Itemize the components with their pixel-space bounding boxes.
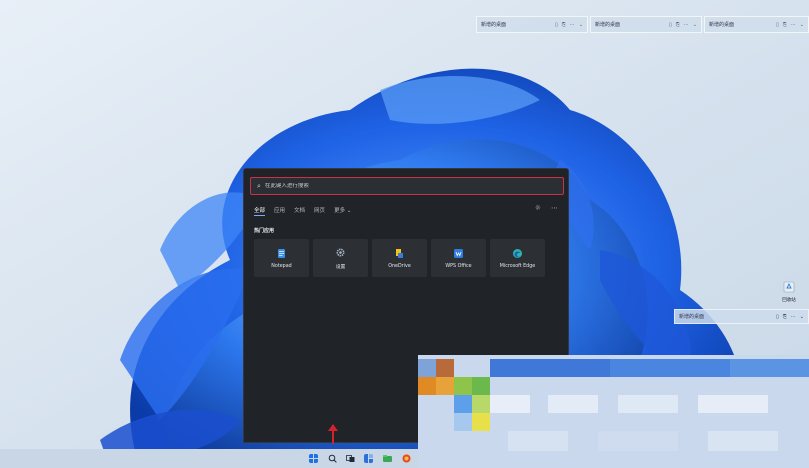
app-label: Microsoft Edge [499, 263, 536, 269]
edge-icon [513, 248, 522, 258]
gear-icon [336, 247, 345, 257]
onedrive-icon [396, 248, 403, 258]
app-tile-microsoft-edge[interactable]: Microsoft Edge [490, 239, 545, 277]
widget-controls[interactable]: ▯ ⎘ ⋯ ⌄ [776, 314, 804, 320]
widget-pin-icon[interactable]: ▯ [669, 22, 672, 28]
widget-copy-icon[interactable]: ⎘ [783, 314, 787, 320]
widget-title: 新增的桌面 [709, 22, 735, 28]
widget-title: 新增的桌面 [679, 314, 705, 320]
widgets-icon[interactable] [364, 454, 373, 463]
annotation-arrow-line [332, 429, 334, 444]
app-tile-notepad[interactable]: Notepad [254, 239, 309, 277]
notepad-icon [278, 248, 285, 258]
tab-all[interactable]: 全部 [254, 206, 266, 216]
recycle-bin[interactable]: 回收站 [777, 278, 801, 303]
file-explorer-icon[interactable] [383, 454, 392, 463]
tab-apps[interactable]: 应用 [274, 206, 285, 216]
widget-pin-icon[interactable]: ▯ [776, 22, 779, 28]
search-tabs: 全部 应用 文档 网页 更多 ⌄ [254, 206, 351, 216]
search-input[interactable] [264, 183, 545, 189]
widget-more-icon[interactable]: ⋯ [684, 22, 689, 28]
app-tile-wps-office[interactable]: WPS Office [431, 239, 486, 277]
widget-controls[interactable]: ▯ ⎘ ⋯ ⌄ [555, 22, 583, 28]
search-box[interactable]: ⌕ [250, 177, 564, 195]
widget-controls[interactable]: ▯ ⎘ ⋯ ⌄ [669, 22, 697, 28]
widget-more-icon[interactable]: ⋯ [791, 314, 796, 320]
widget-title: 新增的桌面 [481, 22, 507, 28]
section-title: 热门应用 [254, 228, 275, 234]
taskbar-search-icon[interactable] [328, 454, 337, 463]
widget-title: 新增的桌面 [595, 22, 621, 28]
app-label: WPS Office [445, 263, 472, 269]
more-options-icon[interactable]: ⋯ [551, 204, 558, 212]
app-label: OneDrive [388, 263, 411, 269]
widget-copy-icon[interactable]: ⎘ [676, 22, 680, 28]
app-label: Notepad [271, 263, 292, 269]
widget-controls[interactable]: ▯ ⎘ ⋯ ⌄ [776, 22, 804, 28]
start-icon[interactable] [309, 454, 318, 463]
widget-collapse-icon[interactable]: ⌄ [579, 22, 583, 28]
recycle-bin-icon [783, 281, 795, 293]
widget-pin-icon[interactable]: ▯ [776, 314, 779, 320]
desktop-widget-2[interactable]: 新增的桌面 ▯ ⎘ ⋯ ⌄ [590, 16, 702, 33]
widget-copy-icon[interactable]: ⎘ [783, 22, 787, 28]
widget-collapse-icon[interactable]: ⌄ [800, 314, 804, 320]
widget-collapse-icon[interactable]: ⌄ [693, 22, 697, 28]
desktop-widget-3[interactable]: 新增的桌面 ▯ ⎘ ⋯ ⌄ [704, 16, 809, 33]
tab-documents[interactable]: 文档 [294, 206, 305, 216]
task-view-icon[interactable] [346, 454, 355, 463]
widget-pin-icon[interactable]: ▯ [555, 22, 558, 28]
browser-icon[interactable] [402, 454, 411, 463]
app-tile-onedrive[interactable]: OneDrive [372, 239, 427, 277]
desktop-screen: 新增的桌面 ▯ ⎘ ⋯ ⌄ 新增的桌面 ▯ ⎘ ⋯ ⌄ 新增的桌面 ▯ ⎘ ⋯ … [0, 0, 809, 468]
pixelated-watermark [418, 355, 809, 468]
top-apps-list: Notepad 设置 OneDrive WPS Office Microsoft… [254, 239, 545, 277]
wps-icon [454, 248, 463, 258]
desktop-widget-4[interactable]: 新增的桌面 ▯ ⎘ ⋯ ⌄ [674, 309, 809, 324]
app-label: 设置 [335, 264, 346, 270]
recycle-bin-label: 回收站 [782, 298, 796, 303]
account-icon[interactable]: ☼ [535, 204, 541, 212]
tab-more[interactable]: 更多 ⌄ [334, 206, 351, 216]
widget-copy-icon[interactable]: ⎘ [562, 22, 566, 28]
widget-collapse-icon[interactable]: ⌄ [800, 22, 804, 28]
tab-web[interactable]: 网页 [314, 206, 325, 216]
panel-actions: ☼ ⋯ [535, 204, 558, 212]
app-tile-settings[interactable]: 设置 [313, 239, 368, 277]
widget-more-icon[interactable]: ⋯ [570, 22, 575, 28]
search-icon: ⌕ [257, 181, 261, 190]
widget-more-icon[interactable]: ⋯ [791, 22, 796, 28]
desktop-widget-1[interactable]: 新增的桌面 ▯ ⎘ ⋯ ⌄ [476, 16, 588, 33]
